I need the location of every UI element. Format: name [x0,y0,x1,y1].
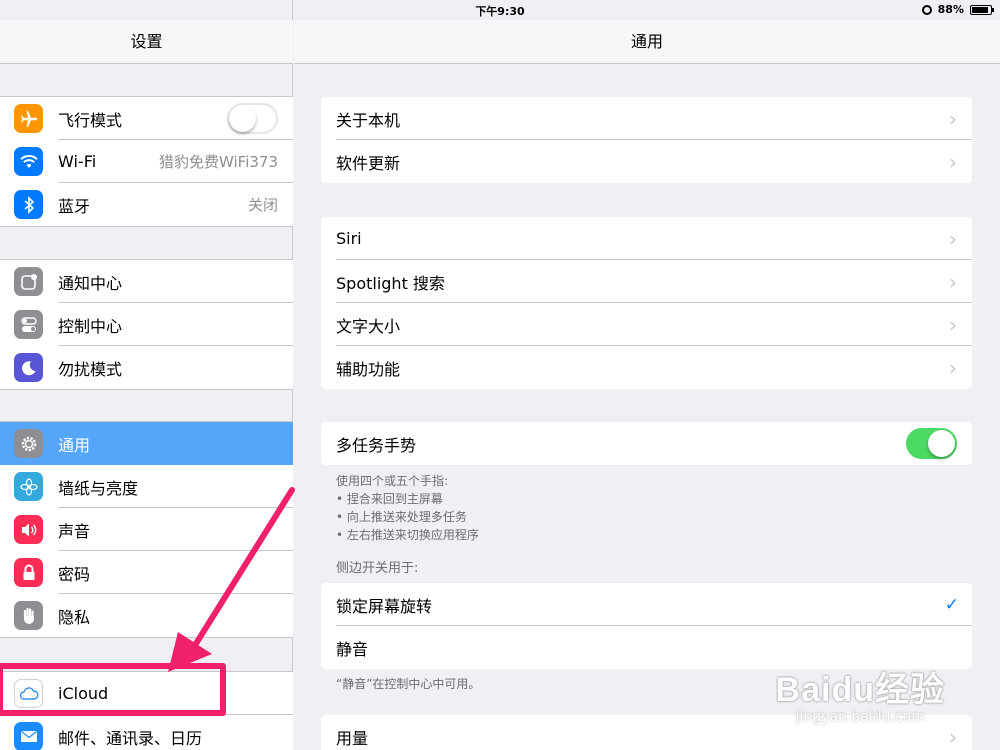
sidebar-item-airplane-mode[interactable]: 飞行模式 [0,97,293,140]
page-title: 通用 [294,20,1000,64]
bluetooth-status: 关闭 [247,196,278,214]
list-item-multitask-gestures: 多任务手势 [321,422,972,465]
general-group-features: Siri › Spotlight 搜索 › 文字大小 › 辅助功能 › [321,217,972,389]
watermark-url: jingyan.baidu.com [795,709,925,725]
gear-icon [14,429,43,458]
sidebar-item-mail[interactable]: 邮件、通讯录、日历 [0,715,293,750]
sidebar-item-label: 通知中心 [58,273,123,293]
sidebar-item-passcode[interactable]: 密码 [0,551,293,594]
list-item-label: Spotlight 搜索 [336,273,445,293]
list-item-label: 用量 [336,728,369,748]
battery-percent: 88% [937,3,964,16]
airplane-icon [14,104,43,133]
chevron-right-icon: › [949,269,957,294]
footnote-line: • 捏合来回到主屏幕 [336,492,443,506]
list-item-siri[interactable]: Siri › [321,217,972,260]
chevron-right-icon: › [949,312,957,337]
side-switch-footnote: “静音”在控制中心中可用。 [336,677,481,691]
sidebar-item-label: 墙纸与亮度 [58,478,139,498]
sidebar-title: 设置 [0,20,293,64]
settings-sidebar: 设置 飞行模式 Wi-Fi 猎豹免费WiFi373 蓝牙 关闭 通知中心 控制中… [0,0,293,750]
wifi-icon [14,147,43,176]
speaker-icon [14,515,43,544]
list-item-label: 静音 [336,639,369,659]
checkmark-icon: ✓ [944,594,959,615]
sidebar-group-general: 通用 墙纸与亮度 声音 密码 隐私 [0,421,293,638]
sidebar-item-bluetooth[interactable]: 蓝牙 关闭 [0,183,293,226]
annotation-highlight-box [0,663,226,716]
sidebar-item-wallpaper[interactable]: 墙纸与亮度 [0,465,293,508]
sidebar-item-wifi[interactable]: Wi-Fi 猎豹免费WiFi373 [0,140,293,183]
list-item-lock-rotation[interactable]: 锁定屏幕旋转 ✓ [321,583,972,626]
general-group-about: 关于本机 › 软件更新 › [321,97,972,183]
wifi-network-name: 猎豹免费WiFi373 [158,153,278,171]
general-group-side-switch: 锁定屏幕旋转 ✓ 静音 [321,583,972,669]
multitask-gestures-toggle[interactable] [906,428,957,459]
multitask-footnote: 使用四个或五个手指: • 捏合来回到主屏幕 • 向上推送来处理多任务 • 左右推… [336,472,479,544]
mail-icon [14,722,43,750]
list-item-label: 软件更新 [336,153,401,173]
list-item-label: 辅助功能 [336,359,401,379]
moon-icon [14,353,43,382]
status-right: 88% [921,3,994,16]
sidebar-item-do-not-disturb[interactable]: 勿扰模式 [0,346,293,389]
list-item-software-update[interactable]: 软件更新 › [321,140,972,183]
sidebar-item-label: 通用 [58,435,91,455]
footnote-line: • 左右推送来切换应用程序 [336,528,479,542]
sidebar-item-label: 蓝牙 [58,196,91,216]
sidebar-item-label: 控制中心 [58,316,123,336]
list-item-accessibility[interactable]: 辅助功能 › [321,346,972,389]
sidebar-item-privacy[interactable]: 隐私 [0,594,293,637]
sidebar-item-notification-center[interactable]: 通知中心 [0,260,293,303]
notification-icon [14,267,43,296]
side-switch-header: 侧边开关用于: [336,561,419,576]
sidebar-item-label: 密码 [58,564,91,584]
sidebar-group-connectivity: 飞行模式 Wi-Fi 猎豹免费WiFi373 蓝牙 关闭 [0,96,293,227]
list-item-label: 文字大小 [336,316,401,336]
lock-icon [14,558,43,587]
control-center-icon [14,310,43,339]
sidebar-item-label: 飞行模式 [58,110,123,130]
battery-icon [970,4,994,15]
rotation-lock-icon [921,4,932,15]
sidebar-item-control-center[interactable]: 控制中心 [0,303,293,346]
sidebar-item-label: Wi-Fi [58,152,97,171]
sidebar-item-label: 勿扰模式 [58,359,123,379]
chevron-right-icon: › [949,355,957,380]
airplane-mode-toggle[interactable] [227,103,278,134]
footnote-line: 使用四个或五个手指: [336,474,449,488]
list-item-label: Siri [336,229,362,248]
sidebar-item-label: 声音 [58,521,91,541]
chevron-right-icon: › [949,106,957,131]
sidebar-item-label: 邮件、通讯录、日历 [58,728,203,748]
list-item-about[interactable]: 关于本机 › [321,97,972,140]
watermark-logo: Baidu经验 [775,671,945,709]
flower-icon [14,472,43,501]
sidebar-item-sounds[interactable]: 声音 [0,508,293,551]
list-item-text-size[interactable]: 文字大小 › [321,303,972,346]
chevron-right-icon: › [949,149,957,174]
list-item-label: 锁定屏幕旋转 [336,596,433,616]
hand-icon [14,601,43,630]
general-group-multitask: 多任务手势 [321,422,972,465]
chevron-right-icon: › [949,226,957,251]
chevron-right-icon: › [949,724,957,749]
baidu-watermark: Baidu经验 jingyan.baidu.com [776,662,945,725]
list-item-label: 关于本机 [336,110,401,130]
sidebar-item-label: 隐私 [58,607,91,627]
bluetooth-icon [14,190,43,219]
list-item-spotlight[interactable]: Spotlight 搜索 › [321,260,972,303]
sidebar-item-general[interactable]: 通用 [0,422,293,465]
footnote-line: • 向上推送来处理多任务 [336,510,467,524]
list-item-label: 多任务手势 [336,435,417,455]
sidebar-group-notifications: 通知中心 控制中心 勿扰模式 [0,259,293,390]
